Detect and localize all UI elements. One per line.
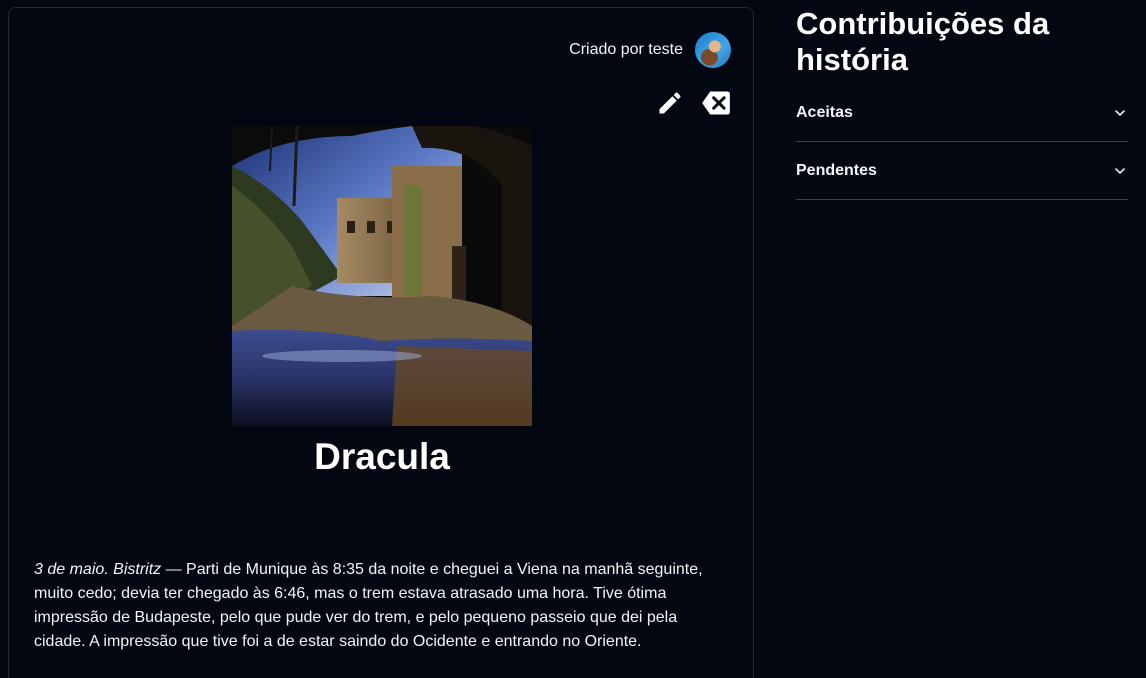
chevron-down-icon	[1115, 167, 1125, 174]
accordion-aceitas[interactable]: Aceitas	[796, 84, 1128, 142]
page: Criado por teste Dracula 3 de maio. Bist…	[0, 0, 1146, 678]
delete-button[interactable]	[701, 88, 731, 118]
story-dash: —	[161, 561, 187, 578]
story-date-location: 3 de maio. Bistritz	[34, 561, 162, 578]
story-cover-image	[232, 126, 532, 426]
accordion-label: Pendentes	[796, 161, 877, 179]
pencil-icon	[659, 92, 681, 114]
chevron-down-icon	[1115, 109, 1125, 116]
backspace-delete-icon	[702, 91, 730, 115]
sidebar-title: Contribuições da história	[796, 6, 1050, 77]
accordion-label: Aceitas	[796, 103, 853, 121]
creator-label: Criado por teste	[569, 41, 683, 58]
avatar[interactable]	[695, 32, 731, 68]
edit-button[interactable]	[655, 88, 685, 118]
story-actions	[655, 88, 731, 118]
contributions-sidebar: Contribuições da história Aceitas Penden…	[796, 6, 1128, 200]
story-body: 3 de maio. Bistritz — Parti de Munique à…	[34, 558, 724, 654]
creator-info: Criado por teste	[569, 32, 731, 68]
story-card: Criado por teste Dracula 3 de maio. Bist…	[8, 7, 754, 678]
accordion-pendentes[interactable]: Pendentes	[796, 142, 1128, 200]
story-title: Dracula	[314, 436, 450, 477]
